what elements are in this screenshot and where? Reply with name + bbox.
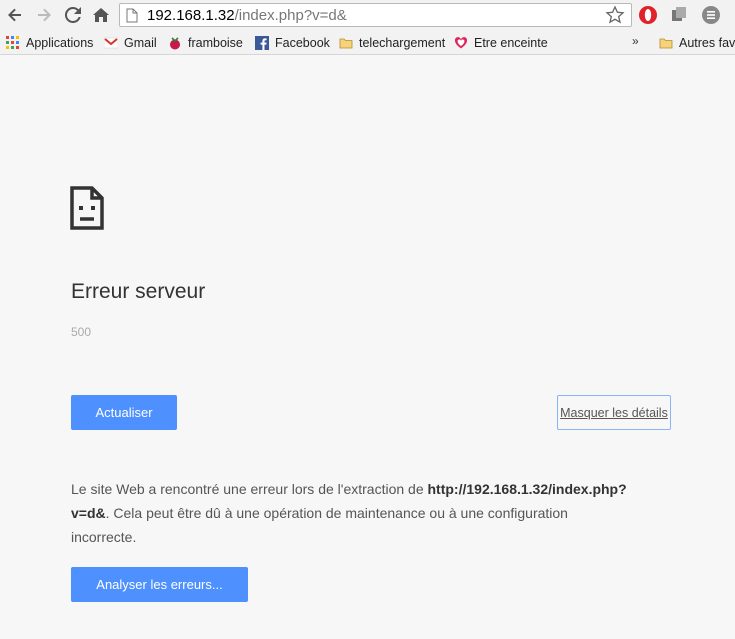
bookmark-label: Autres favoris (679, 35, 735, 50)
home-button[interactable] (90, 4, 112, 26)
gmail-icon (104, 37, 118, 48)
description-text-end: . Cela peut être dû à une opération de m… (71, 505, 568, 545)
reload-button[interactable] (62, 4, 84, 26)
error-description: Le site Web a rencontré une erreur lors … (71, 477, 631, 549)
apps-grid-icon (6, 35, 19, 49)
heart-icon (454, 36, 468, 48)
reload-page-button[interactable]: Actualiser (71, 395, 177, 430)
folder-icon (339, 38, 353, 48)
raspberry-icon (170, 36, 180, 49)
home-icon (93, 8, 109, 22)
bookmark-telechargement[interactable]: telechargement (339, 34, 445, 51)
forward-button[interactable] (33, 4, 55, 26)
error-code: 500 (71, 325, 92, 339)
facebook-icon (255, 35, 269, 50)
bookmark-label: telechargement (359, 35, 446, 50)
folder-icon (659, 38, 673, 48)
url-path: /index.php?v=d& (234, 7, 347, 24)
bookmark-star-icon[interactable] (605, 5, 625, 25)
reload-icon (65, 7, 81, 23)
forward-arrow-icon (38, 8, 51, 22)
bookmark-other[interactable]: Autres favoris (659, 34, 735, 51)
bookmark-etre-enceinte[interactable]: Etre enceinte (454, 34, 548, 51)
page-icon (126, 8, 138, 23)
menu-icon[interactable] (701, 5, 721, 25)
bookmarks-bar: Applications Gmail framboise Facebook te… (0, 30, 735, 55)
description-text: Le site Web a rencontré une erreur lors … (71, 481, 428, 497)
more-bookmarks-chevron-icon[interactable]: » (632, 34, 639, 48)
url-text: 192.168.1.32/index.php?v=d& (147, 7, 347, 24)
error-title: Erreur serveur (71, 280, 206, 303)
sad-page-icon (70, 186, 104, 230)
diagnose-errors-button[interactable]: Analyser les erreurs... (71, 567, 248, 602)
bookmark-framboise[interactable]: framboise (168, 34, 243, 51)
url-host: 192.168.1.32 (147, 7, 235, 24)
bookmark-label: Applications (26, 35, 94, 50)
bookmark-label: Gmail (124, 35, 157, 50)
extension-icon[interactable] (669, 5, 689, 25)
back-button[interactable] (4, 4, 26, 26)
bookmark-gmail[interactable]: Gmail (104, 34, 157, 51)
browser-toolbar: 192.168.1.32/index.php?v=d& (0, 0, 735, 30)
bookmark-label: framboise (188, 35, 243, 50)
bookmark-facebook[interactable]: Facebook (255, 34, 330, 51)
opera-icon[interactable] (638, 5, 658, 25)
bookmark-applications[interactable]: Applications (6, 34, 93, 51)
back-arrow-icon (8, 8, 21, 22)
bookmark-label: Facebook (275, 35, 330, 50)
address-bar[interactable]: 192.168.1.32/index.php?v=d& (119, 3, 632, 27)
bookmark-label: Etre enceinte (474, 35, 548, 50)
hide-details-button[interactable]: Masquer les détails (557, 395, 671, 430)
